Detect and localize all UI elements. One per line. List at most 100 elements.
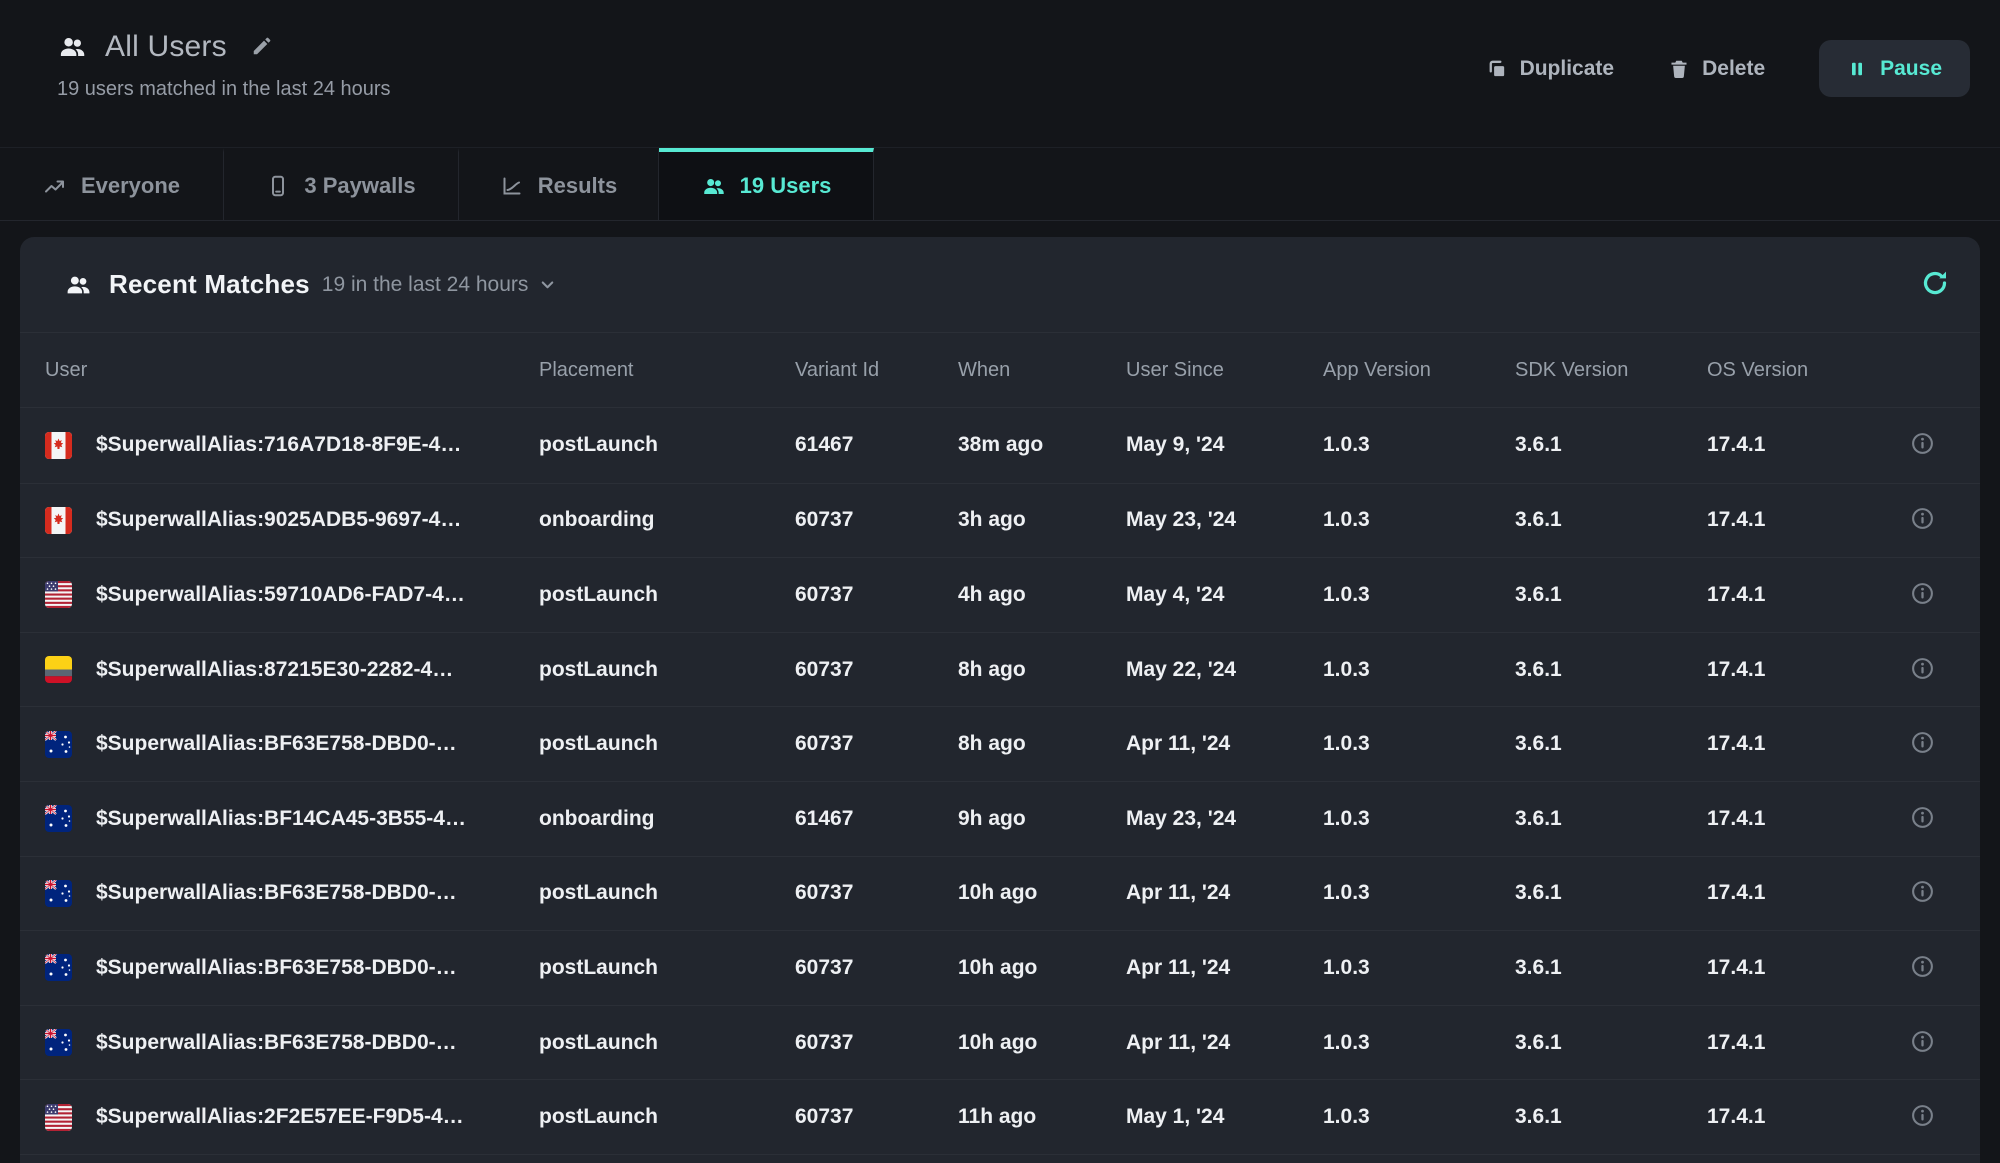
row-info-button[interactable]	[1910, 1029, 1935, 1057]
flag-au-icon	[45, 1029, 72, 1056]
time-range-dropdown[interactable]: 19 in the last 24 hours	[322, 273, 558, 297]
table-row[interactable]: $SuperwallAlias:BF63E758-DBD0-… postLaun…	[20, 706, 1980, 781]
table-row[interactable]: $SuperwallAlias:BF63E758-DBD0-… postLaun…	[20, 1005, 1980, 1080]
tab-users-label: 19 Users	[740, 173, 832, 199]
user-since-value: May 4, '24	[1126, 583, 1323, 607]
os-version-value: 17.4.1	[1707, 881, 1865, 905]
edit-title-button[interactable]	[251, 35, 273, 60]
tab-results[interactable]: Results	[459, 148, 659, 220]
info-icon	[1910, 656, 1935, 681]
variant-id-value: 60737	[795, 583, 958, 607]
app-version-value: 1.0.3	[1323, 956, 1515, 980]
placement-value: postLaunch	[539, 732, 795, 756]
delete-button[interactable]: Delete	[1668, 57, 1765, 81]
os-version-value: 17.4.1	[1707, 1031, 1865, 1055]
variant-id-value: 60737	[795, 956, 958, 980]
os-version-value: 17.4.1	[1707, 433, 1865, 457]
info-icon	[1910, 506, 1935, 531]
chevron-down-icon	[538, 275, 557, 294]
variant-id-value: 61467	[795, 807, 958, 831]
app-version-value: 1.0.3	[1323, 732, 1515, 756]
chart-icon	[500, 174, 524, 198]
sdk-version-value: 3.6.1	[1515, 1031, 1707, 1055]
table-row[interactable]: $SuperwallAlias:9025ADB5-9697-4… onboard…	[20, 483, 1980, 558]
row-info-button[interactable]	[1910, 954, 1935, 982]
row-info-button[interactable]	[1910, 1103, 1935, 1131]
header-actions: Duplicate Delete Pause	[1485, 40, 1970, 97]
page-title: All Users	[105, 30, 227, 64]
table-row[interactable]: $SuperwallAlias:BF63E758-DBD0-… postLaun…	[20, 930, 1980, 1005]
info-icon	[1910, 954, 1935, 979]
duplicate-label: Duplicate	[1520, 57, 1615, 81]
row-info-button[interactable]	[1910, 805, 1935, 833]
placement-value: postLaunch	[539, 433, 795, 457]
sdk-version-value: 3.6.1	[1515, 881, 1707, 905]
user-since-value: Apr 11, '24	[1126, 956, 1323, 980]
sdk-version-value: 3.6.1	[1515, 807, 1707, 831]
app-version-value: 1.0.3	[1323, 1105, 1515, 1129]
matched-subtitle: 19 users matched in the last 24 hours	[57, 78, 391, 101]
topbar: All Users 19 users matched in the last 2…	[0, 0, 2000, 147]
pencil-icon	[251, 35, 273, 57]
column-header-placement: Placement	[539, 359, 795, 382]
user-alias: $SuperwallAlias:2F2E57EE-F9D5-4…	[96, 1105, 464, 1129]
refresh-button[interactable]	[1920, 268, 1950, 301]
sdk-version-value: 3.6.1	[1515, 732, 1707, 756]
row-info-button[interactable]	[1910, 879, 1935, 907]
user-alias: $SuperwallAlias:87215E30-2282-4…	[96, 658, 453, 682]
table-row[interactable]: $SuperwallAlias:BF63E758-DBD0-… postLaun…	[20, 856, 1980, 931]
user-since-value: May 23, '24	[1126, 508, 1323, 532]
when-value: 11h ago	[958, 1105, 1126, 1129]
tab-users[interactable]: 19 Users	[659, 148, 874, 220]
os-version-value: 17.4.1	[1707, 1105, 1865, 1129]
pause-icon	[1847, 59, 1867, 79]
flag-au-icon	[45, 880, 72, 907]
title-block: All Users 19 users matched in the last 2…	[57, 30, 391, 101]
info-icon	[1910, 730, 1935, 755]
table-row[interactable]: $SuperwallAlias:59710AD6-FAD7-4… postLau…	[20, 557, 1980, 632]
flag-us-icon	[45, 1104, 72, 1131]
duplicate-icon	[1485, 57, 1508, 80]
when-value: 10h ago	[958, 881, 1126, 905]
flag-au-icon	[45, 731, 72, 758]
tab-everyone-label: Everyone	[81, 173, 180, 199]
placement-value: onboarding	[539, 807, 795, 831]
tab-paywalls[interactable]: 3 Paywalls	[224, 148, 459, 220]
table-row-partial	[20, 1154, 1980, 1163]
app-version-value: 1.0.3	[1323, 1031, 1515, 1055]
table-row[interactable]: $SuperwallAlias:2F2E57EE-F9D5-4… postLau…	[20, 1079, 1980, 1154]
user-since-value: Apr 11, '24	[1126, 732, 1323, 756]
row-info-button[interactable]	[1910, 730, 1935, 758]
pause-button[interactable]: Pause	[1819, 40, 1970, 97]
user-alias: $SuperwallAlias:59710AD6-FAD7-4…	[96, 583, 465, 607]
app-version-value: 1.0.3	[1323, 583, 1515, 607]
row-info-button[interactable]	[1910, 506, 1935, 534]
os-version-value: 17.4.1	[1707, 956, 1865, 980]
column-header-user: User	[20, 359, 539, 382]
table-row[interactable]: $SuperwallAlias:BF14CA45-3B55-4… onboard…	[20, 781, 1980, 856]
when-value: 8h ago	[958, 732, 1126, 756]
when-value: 3h ago	[958, 508, 1126, 532]
row-info-button[interactable]	[1910, 581, 1935, 609]
trash-icon	[1668, 58, 1690, 80]
sdk-version-value: 3.6.1	[1515, 956, 1707, 980]
flag-co-icon	[45, 656, 72, 683]
row-info-button[interactable]	[1910, 431, 1935, 459]
user-alias: $SuperwallAlias:9025ADB5-9697-4…	[96, 508, 461, 532]
info-icon	[1910, 581, 1935, 606]
duplicate-button[interactable]: Duplicate	[1485, 57, 1615, 81]
row-info-button[interactable]	[1910, 656, 1935, 684]
user-since-value: May 22, '24	[1126, 658, 1323, 682]
user-alias: $SuperwallAlias:BF14CA45-3B55-4…	[96, 807, 466, 831]
flag-us-icon	[45, 581, 72, 608]
app-version-value: 1.0.3	[1323, 881, 1515, 905]
table-row[interactable]: $SuperwallAlias:87215E30-2282-4… postLau…	[20, 632, 1980, 707]
when-value: 4h ago	[958, 583, 1126, 607]
tab-everyone[interactable]: Everyone	[0, 148, 224, 220]
table-row[interactable]: $SuperwallAlias:716A7D18-8F9E-4… postLau…	[20, 408, 1980, 483]
flag-au-icon	[45, 954, 72, 981]
variant-id-value: 60737	[795, 508, 958, 532]
info-icon	[1910, 805, 1935, 830]
placement-value: postLaunch	[539, 658, 795, 682]
placement-value: postLaunch	[539, 1105, 795, 1129]
